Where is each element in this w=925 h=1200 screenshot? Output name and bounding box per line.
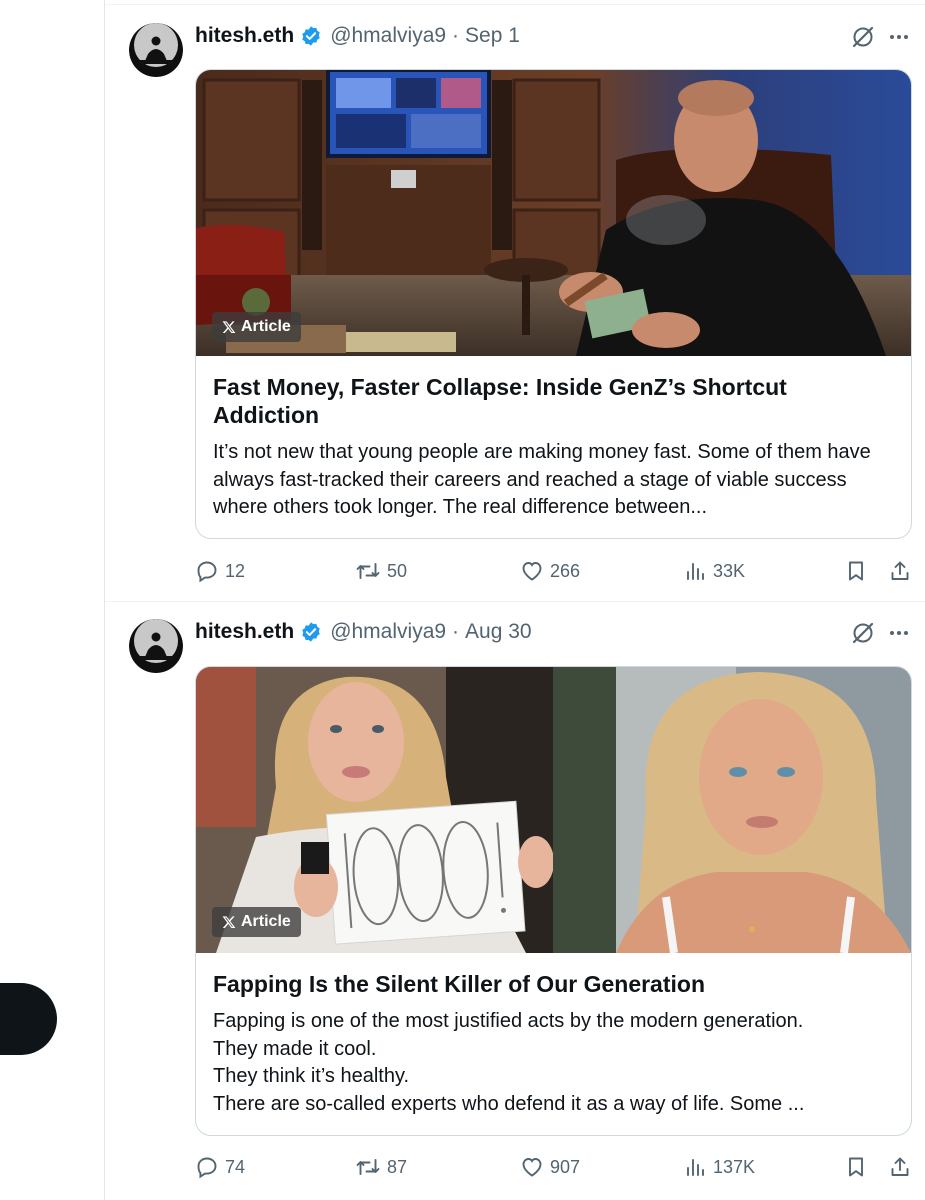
article-description: It’s not new that young people are makin… [213,441,871,518]
views-button[interactable]: 33K [685,556,745,586]
repost-icon [356,563,380,579]
article-cover-image [196,70,911,356]
post-date[interactable]: Aug 30 [465,620,532,644]
post[interactable]: hitesh.eth @hmalviya9 · Sep 1 Article Fa… [105,5,925,601]
reply-icon [197,561,217,583]
article-card[interactable]: Article Fapping Is the Silent Killer of … [195,666,912,1136]
article-badge: Article [212,312,301,342]
separator-dot: · [452,24,460,47]
post[interactable]: hitesh.eth @hmalviya9 · Aug 30 Article F… [105,602,925,1200]
verified-badge-icon [302,26,320,46]
timeline-feed: hitesh.eth @hmalviya9 · Sep 1 Article Fa… [105,0,925,1200]
separator-dot: · [452,620,460,643]
grok-icon[interactable] [850,24,876,50]
bookmark-button[interactable] [845,556,867,586]
repost-count: 87 [387,1156,408,1177]
author-handle[interactable]: @hmalviya9 [330,620,446,644]
reply-count: 74 [225,1156,246,1177]
repost-icon [356,1159,380,1175]
grok-icon[interactable] [850,620,876,646]
view-count: 137K [713,1156,756,1177]
share-button[interactable] [889,556,911,586]
author-handle[interactable]: @hmalviya9 [330,24,446,48]
view-count: 33K [713,560,746,581]
article-cover-image [196,667,911,953]
views-icon [687,563,704,580]
author-name[interactable]: hitesh.eth [195,620,294,644]
post-actions: 12 50 266 33K [195,556,925,586]
reply-button[interactable]: 74 [195,1152,245,1182]
views-button[interactable]: 137K [685,1152,755,1182]
like-count: 266 [550,560,581,581]
post-date[interactable]: Sep 1 [465,24,520,48]
article-description: Fapping is one of the most justified act… [213,1010,805,1115]
like-count: 907 [550,1156,581,1177]
reply-button[interactable]: 12 [195,556,245,586]
like-icon [522,562,542,581]
avatar[interactable] [129,619,183,673]
share-icon [891,561,909,580]
article-badge-label: Article [241,913,291,930]
article-title[interactable]: Fast Money, Faster Collapse: Inside GenZ… [213,373,893,429]
bookmark-icon [849,561,863,581]
post-header: hitesh.eth @hmalviya9 · Sep 1 [195,21,520,51]
article-badge: Article [212,907,301,937]
avatar[interactable] [129,23,183,77]
post-actions: 74 87 907 137K [195,1152,925,1182]
more-icon[interactable] [887,621,911,645]
reply-icon [197,1157,217,1179]
post-header: hitesh.eth @hmalviya9 · Aug 30 [195,617,532,647]
like-button[interactable]: 266 [520,556,580,586]
repost-button[interactable]: 50 [355,556,407,586]
reply-count: 12 [225,560,246,581]
repost-count: 50 [387,560,408,581]
article-badge-label: Article [241,318,291,335]
verified-badge-icon [302,622,320,642]
article-card[interactable]: Article Fast Money, Faster Collapse: Ins… [195,69,912,539]
like-button[interactable]: 907 [520,1152,580,1182]
article-title[interactable]: Fapping Is the Silent Killer of Our Gene… [213,970,893,998]
share-icon [891,1157,909,1176]
share-button[interactable] [889,1152,911,1182]
x-logo-icon [222,321,236,334]
x-logo-icon [222,916,236,929]
repost-button[interactable]: 87 [355,1152,407,1182]
views-icon [687,1159,704,1176]
like-icon [522,1158,542,1177]
bookmark-icon [849,1157,863,1177]
bookmark-button[interactable] [845,1152,867,1182]
author-name[interactable]: hitesh.eth [195,24,294,48]
more-icon[interactable] [887,25,911,49]
